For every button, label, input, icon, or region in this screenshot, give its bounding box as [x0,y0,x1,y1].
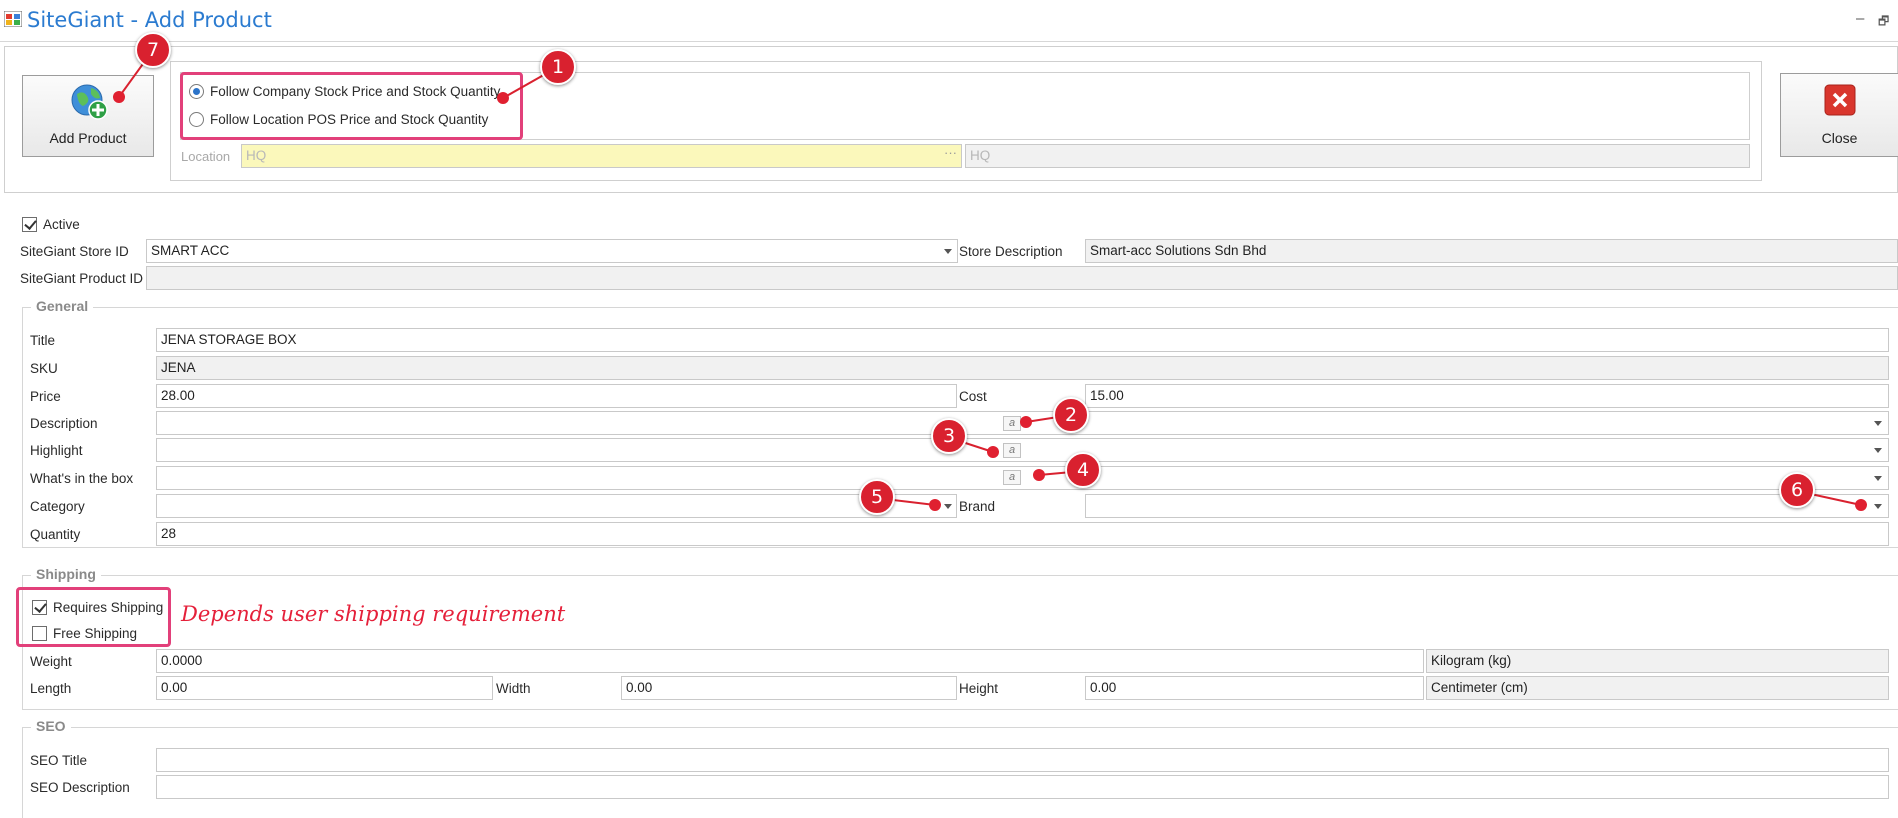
whats-in-box-edit-icon[interactable]: a [1003,470,1021,485]
whats-in-box-label: What's in the box [30,471,134,486]
store-description-label: Store Description [959,244,1063,259]
width-input[interactable]: 0.00 [621,676,957,700]
description-dropdown-icon[interactable] [1874,421,1882,426]
title-bar [0,0,1898,42]
restore-button[interactable]: 🗗 [1878,12,1889,33]
highlight-label: Highlight [30,443,83,458]
close-label: Close [1821,130,1858,146]
store-id-select[interactable]: SMART ACC [146,239,958,263]
title-label: Title [30,333,56,348]
title-input[interactable]: JENA STORAGE BOX [156,328,1889,352]
window-title: SiteGiant - Add Product [27,8,272,32]
brand-dropdown-icon[interactable] [1874,504,1882,509]
product-id-field [146,266,1898,290]
category-label: Category [30,499,85,514]
brand-label: Brand [959,499,996,514]
callout-3-pointer [987,446,999,458]
cost-input[interactable]: 15.00 [1085,384,1889,408]
shipping-group-title: Shipping [31,566,101,582]
category-dropdown-icon[interactable] [944,504,952,509]
shipping-note-annotation: Depends user shipping requirement [181,602,566,626]
whats-in-box-select[interactable] [156,466,1889,490]
callout-2-pointer [1020,416,1032,428]
location-browse-icon[interactable]: ··· [944,145,957,160]
store-id-dropdown-icon[interactable] [944,249,952,254]
callout-2-badge: 2 [1053,397,1089,433]
seo-title-input[interactable] [156,748,1889,772]
location-field[interactable]: HQ [241,144,962,168]
highlight-box-shipping [16,587,171,647]
callout-7-pointer [113,91,125,103]
whats-in-box-dropdown-icon[interactable] [1874,476,1882,481]
length-input[interactable]: 0.00 [156,676,493,700]
globe-add-icon [71,84,108,120]
callout-1-pointer [497,92,509,104]
price-label: Price [30,389,61,404]
callout-6-badge: 6 [1779,472,1815,508]
close-icon [1824,84,1856,116]
cost-label: Cost [959,389,987,404]
location-desc-field: HQ [965,144,1750,168]
highlight-dropdown-icon[interactable] [1874,448,1882,453]
price-input[interactable]: 28.00 [156,384,957,408]
highlight-edit-icon[interactable]: a [1003,443,1021,458]
sku-label: SKU [30,361,58,376]
highlight-select[interactable] [156,438,1889,462]
location-label: Location [181,149,231,164]
seo-group-title: SEO [31,718,71,734]
weight-unit-field: Kilogram (kg) [1426,649,1889,673]
width-label: Width [496,681,531,696]
description-label: Description [30,416,98,431]
active-label: Active [43,217,80,232]
app-icon [4,11,22,27]
close-button[interactable]: Close [1780,73,1898,157]
active-checkbox[interactable] [22,217,37,232]
weight-input[interactable]: 0.0000 [156,649,1424,673]
callout-6-pointer [1855,499,1867,511]
callout-4-pointer [1033,469,1045,481]
seo-group [22,727,1898,818]
height-label: Height [959,681,999,696]
highlight-box-stock-options [180,72,523,140]
store-id-label: SiteGiant Store ID [20,244,129,259]
quantity-label: Quantity [30,527,81,542]
weight-label: Weight [30,654,72,669]
callout-1-badge: 1 [540,49,576,85]
seo-description-input[interactable] [156,775,1889,799]
quantity-input[interactable]: 28 [156,522,1889,546]
product-id-label: SiteGiant Product ID [20,271,144,286]
callout-5-badge: 5 [859,479,895,515]
dimension-unit-field: Centimeter (cm) [1426,676,1889,700]
height-input[interactable]: 0.00 [1085,676,1424,700]
callout-4-badge: 4 [1065,452,1101,488]
brand-select[interactable] [1085,494,1889,518]
length-label: Length [30,681,72,696]
description-edit-icon[interactable]: a [1003,416,1021,431]
store-description-field: Smart-acc Solutions Sdn Bhd [1085,239,1898,263]
callout-7-badge: 7 [135,32,171,68]
sku-field: JENA [156,356,1889,380]
minimize-button[interactable]: – [1856,10,1864,27]
add-product-label: Add Product [49,130,127,146]
callout-3-badge: 3 [931,418,967,454]
add-product-button[interactable]: Add Product [22,75,154,157]
seo-description-label: SEO Description [30,780,130,795]
seo-title-label: SEO Title [30,753,88,768]
callout-5-pointer [929,499,941,511]
general-group-title: General [31,298,94,314]
category-select[interactable] [156,494,957,518]
